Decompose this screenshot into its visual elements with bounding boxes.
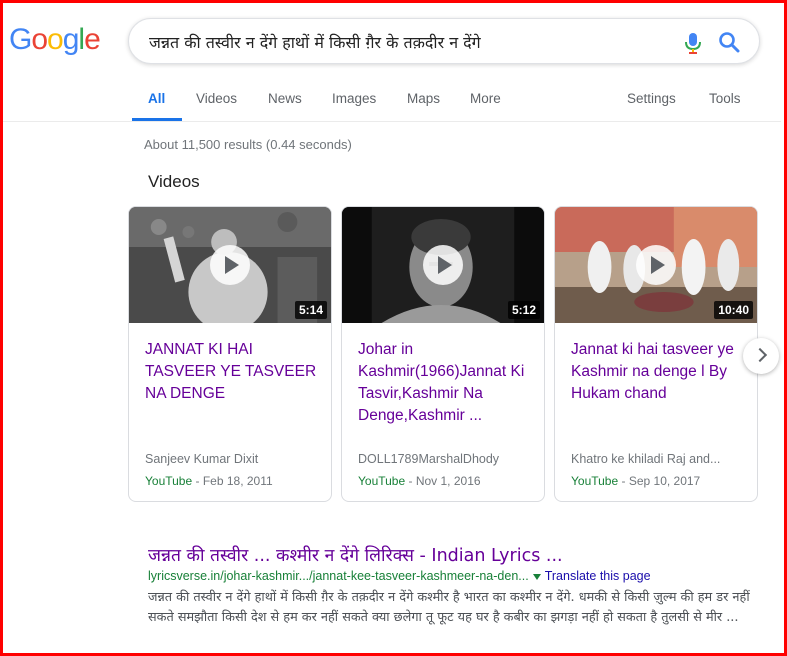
video-card[interactable]: 5:12 Johar in Kashmir(1966)Jannat Ki Tas… [341,206,545,502]
video-meta: YouTube - Sep 10, 2017 [571,474,700,488]
result-url: lyricsverse.in/johar-kashmir.../jannat-k… [148,569,529,583]
tab-images[interactable]: Images [332,91,376,106]
video-date: - Sep 10, 2017 [621,474,701,488]
search-box[interactable]: जन्नत की तस्वीर न देंगे हाथों में किसी ग… [128,18,760,64]
video-author: Sanjeev Kumar Dixit [145,452,259,466]
video-title[interactable]: Jannat ki hai tasveer ye Kashmir na deng… [571,339,751,405]
video-date: - Nov 1, 2016 [408,474,481,488]
play-icon[interactable] [210,245,250,285]
video-author: Khatro ke khiladi Raj and... [571,452,721,466]
tab-videos[interactable]: Videos [196,91,237,106]
video-thumbnail[interactable]: 5:12 [342,207,544,323]
tab-news[interactable]: News [268,91,302,106]
result-title-link[interactable]: जन्नत की तस्वीर ... कश्मीर न देंगे लिरिक… [148,543,563,567]
video-thumbnail[interactable]: 5:14 [129,207,331,323]
microphone-icon[interactable] [683,32,703,54]
result-url-line: lyricsverse.in/johar-kashmir.../jannat-k… [148,569,651,583]
video-meta: YouTube - Feb 18, 2011 [145,474,273,488]
video-date: - Feb 18, 2011 [195,474,273,488]
search-icon[interactable] [718,31,740,53]
google-logo[interactable]: Google [9,22,101,58]
search-input[interactable]: जन्नत की तस्वीर न देंगे हाथों में किसी ग… [149,31,481,53]
logo-letter: o [31,23,48,56]
video-source: YouTube [571,474,619,488]
video-source: YouTube [358,474,406,488]
video-title[interactable]: JANNAT KI HAI TASVEER YE TASVEER NA DENG… [145,339,325,405]
video-card[interactable]: 10:40 Jannat ki hai tasveer ye Kashmir n… [554,206,758,502]
video-meta: YouTube - Nov 1, 2016 [358,474,481,488]
play-icon[interactable] [423,245,463,285]
videos-heading: Videos [148,172,200,191]
carousel-next-button[interactable] [743,338,779,374]
tab-more[interactable]: More [470,91,501,106]
tab-tools[interactable]: Tools [709,91,741,106]
logo-letter: o [47,23,64,56]
video-duration: 5:12 [507,301,540,319]
play-icon[interactable] [636,245,676,285]
tab-settings[interactable]: Settings [627,91,676,106]
video-card[interactable]: 5:14 JANNAT KI HAI TASVEER YE TASVEER NA… [128,206,332,502]
tab-all[interactable]: All [148,91,165,106]
logo-letter: G [9,23,32,56]
video-thumbnail[interactable]: 10:40 [555,207,757,323]
tab-maps[interactable]: Maps [407,91,440,106]
video-source: YouTube [145,474,193,488]
video-duration: 5:14 [294,301,327,319]
result-snippet: जन्नत की तस्वीर न देंगे हाथों में किसी ग… [148,590,750,625]
dropdown-arrow-icon[interactable] [532,573,541,580]
translate-link[interactable]: Translate this page [545,569,651,583]
video-author: DOLL1789MarshalDhody [358,452,500,466]
logo-letter: g [62,23,80,56]
video-duration: 10:40 [714,301,753,319]
video-title[interactable]: Johar in Kashmir(1966)Jannat Ki Tasvir,K… [358,339,538,427]
result-stats: About 11,500 results (0.44 seconds) [144,137,352,152]
search-tabs: All Videos News Images Maps More Setting… [0,80,781,122]
logo-letter: e [84,23,101,56]
active-tab-indicator [132,118,182,121]
